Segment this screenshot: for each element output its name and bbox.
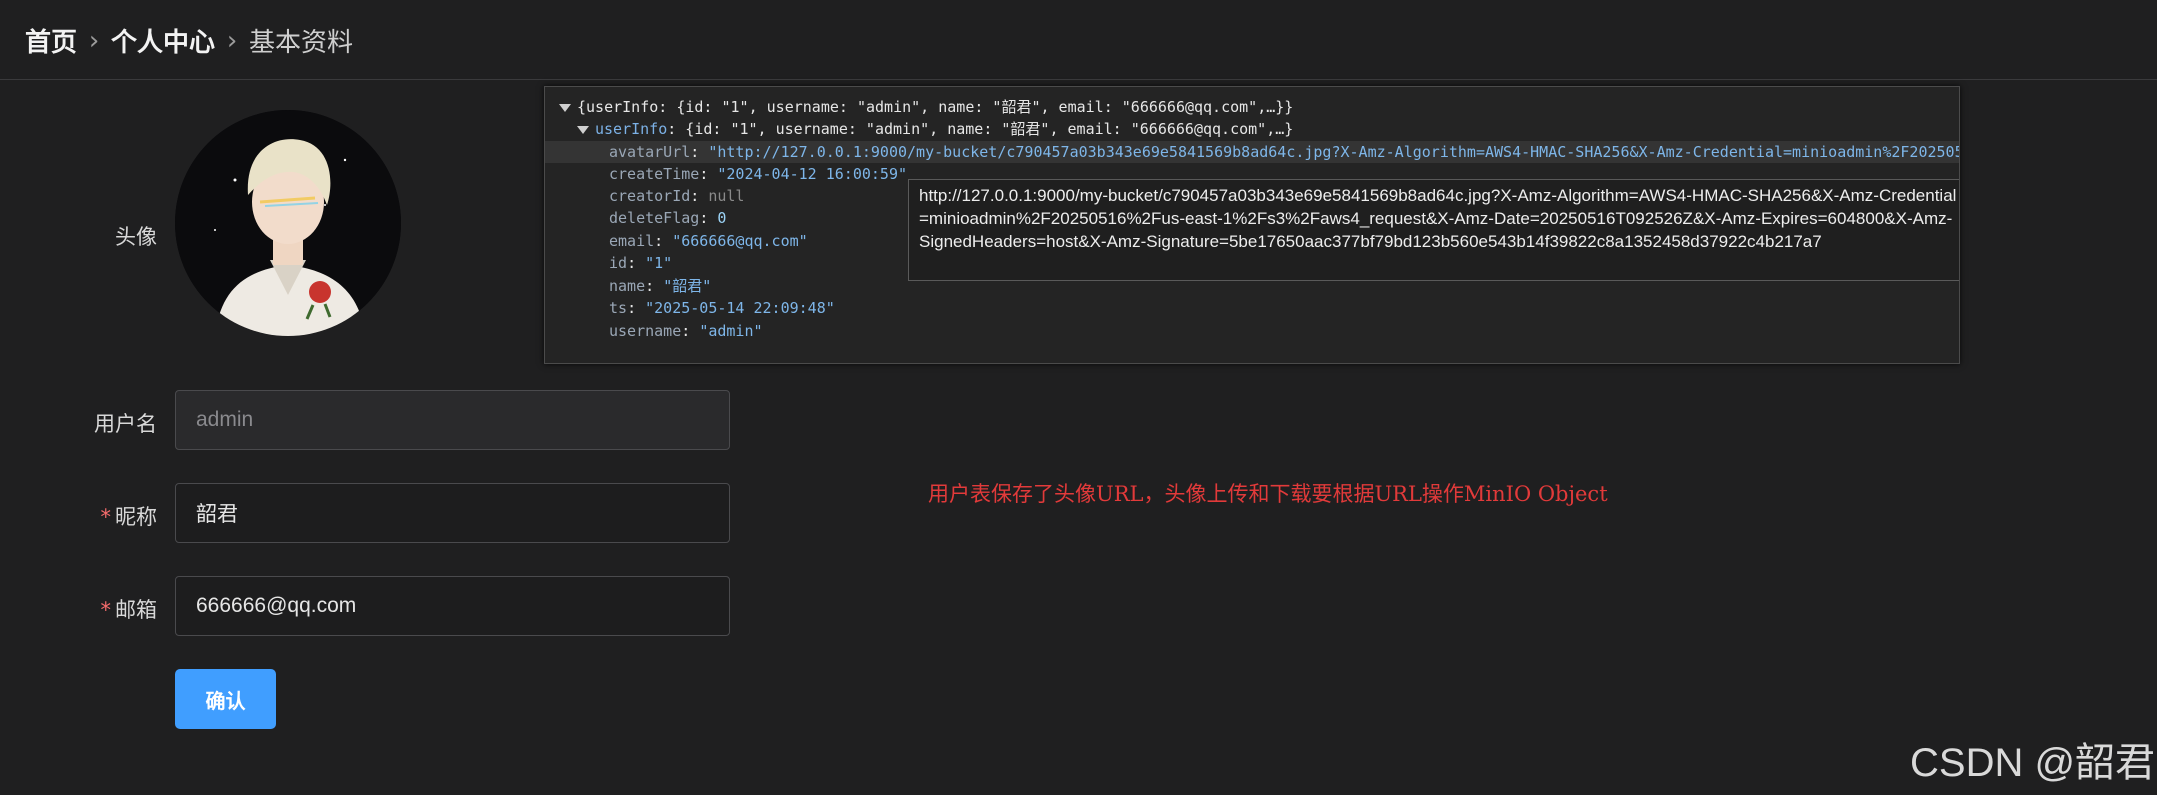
chevron-right-icon: › [88, 25, 100, 56]
username-label: 用户名 [94, 412, 157, 436]
username-value: admin [196, 408, 254, 431]
email-label-row: * 邮箱 [37, 594, 158, 624]
nickname-label-row: * 昵称 [37, 501, 158, 531]
email-label: 邮箱 [115, 598, 157, 622]
watermark: CSDN @韶君 [1910, 741, 2156, 785]
email-value: 666666@qq.com [196, 594, 357, 617]
confirm-button[interactable]: 确认 [175, 669, 276, 729]
console-field-createtime[interactable]: createTime: "2024-04-12 16:00:59" [609, 163, 907, 185]
avatar-upload[interactable] [175, 110, 401, 336]
console-userinfo-line[interactable]: userInfo: {id: "1", username: "admin", n… [577, 118, 1293, 140]
console-field-username[interactable]: username: "admin" [609, 320, 763, 342]
page-header: 首页 › 个人中心 › 基本资料 [0, 0, 2157, 80]
avatar-image [175, 110, 401, 336]
required-mark: * [100, 598, 112, 622]
chevron-right-icon: › [226, 25, 238, 56]
console-field-deleteflag[interactable]: deleteFlag: 0 [609, 207, 726, 229]
avatar-label: 头像 [115, 225, 157, 249]
annotation-note: 用户表保存了头像URL，头像上传和下载要根据URL操作MinIO Object [928, 482, 1608, 506]
console-field-id[interactable]: id: "1" [609, 252, 672, 274]
breadcrumb-profile[interactable]: 个人中心 [111, 22, 215, 59]
required-mark: * [100, 505, 112, 529]
nickname-label: 昵称 [115, 505, 157, 529]
console-field-email[interactable]: email: "666666@qq.com" [609, 230, 808, 252]
console-field-name[interactable]: name: "韶君" [609, 275, 711, 297]
breadcrumb: 首页 › 个人中心 › 基本资料 [25, 22, 353, 59]
console-root-line[interactable]: {userInfo: {id: "1", username: "admin", … [559, 96, 1293, 118]
nickname-value: 韶君 [196, 503, 238, 526]
console-object-panel: {userInfo: {id: "1", username: "admin", … [544, 86, 1960, 364]
url-tooltip: http://127.0.0.1:9000/my-bucket/c790457a… [908, 179, 1959, 281]
breadcrumb-current: 基本资料 [249, 28, 354, 58]
username-input[interactable]: admin [175, 390, 730, 450]
nickname-input[interactable]: 韶君 [175, 483, 730, 543]
console-field-creatorid[interactable]: creatorId: null [609, 185, 744, 207]
expand-triangle-icon[interactable] [559, 103, 571, 112]
console-field-avatarurl[interactable]: avatarUrl: "http://127.0.0.1:9000/my-buc… [545, 141, 1959, 163]
email-input[interactable]: 666666@qq.com [175, 576, 730, 636]
breadcrumb-home[interactable]: 首页 [25, 22, 77, 59]
expand-triangle-icon[interactable] [577, 125, 589, 134]
console-field-ts[interactable]: ts: "2025-05-14 22:09:48" [609, 297, 835, 319]
